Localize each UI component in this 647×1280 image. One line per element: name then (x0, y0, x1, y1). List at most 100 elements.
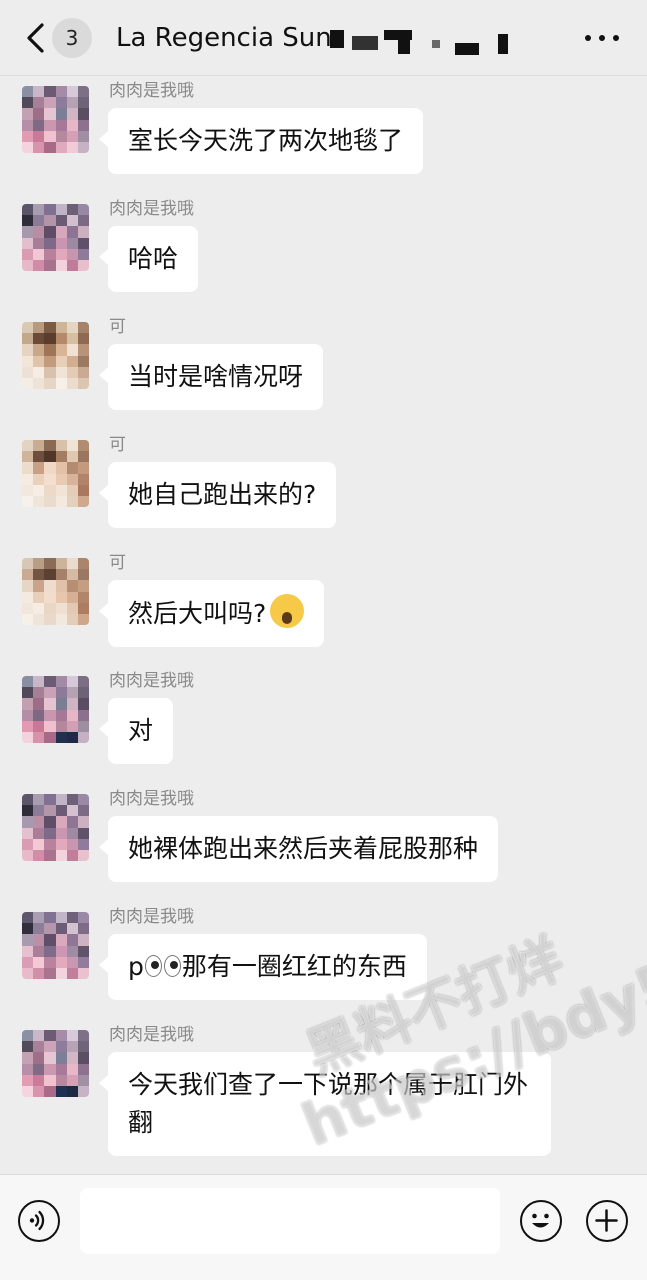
avatar-pixel (55, 580, 67, 592)
avatar-pixel (55, 849, 67, 861)
avatar-pixel (22, 580, 34, 592)
avatar-pixel (55, 495, 67, 507)
avatar-pixel (22, 462, 34, 474)
avatar-pixel (77, 462, 89, 474)
message-bubble[interactable]: 室长今天洗了两次地毯了 (98, 108, 424, 174)
avatar-pixel (77, 602, 89, 614)
avatar-pixel (44, 720, 56, 732)
avatar-pixel (66, 473, 78, 485)
avatar-pixel (55, 1030, 67, 1042)
avatar-pixel (77, 440, 89, 452)
emoji-icon[interactable] (520, 1200, 562, 1242)
avatar-pixel (22, 569, 34, 581)
input-bar (0, 1174, 647, 1280)
avatar-pixel (66, 141, 78, 153)
avatar-pixel (33, 248, 45, 260)
avatar[interactable] (22, 322, 89, 389)
avatar[interactable] (22, 440, 89, 507)
avatar-pixel (77, 377, 89, 389)
avatar-pixel (33, 237, 45, 249)
avatar-pixel (44, 141, 56, 153)
avatar-pixel (66, 462, 78, 474)
more-dots-icon[interactable] (582, 26, 622, 50)
avatar-pixel (22, 967, 34, 979)
avatar-pixel (66, 366, 78, 378)
avatar-pixel (44, 956, 56, 968)
avatar[interactable] (22, 86, 89, 153)
avatar-pixel (66, 934, 78, 946)
avatar-pixel (33, 709, 45, 721)
avatar-pixel (77, 130, 89, 142)
avatar-pixel (77, 569, 89, 581)
avatar-pixel (33, 484, 45, 496)
avatar-pixel (77, 248, 89, 260)
avatar-pixel (77, 259, 89, 271)
message-bubble[interactable]: 然后大叫吗? (98, 580, 325, 647)
message-text-after: 那有一圈红红的东西 (181, 952, 407, 981)
voice-icon[interactable] (18, 1200, 60, 1242)
avatar-pixel (44, 355, 56, 367)
avatar-pixel (33, 698, 45, 710)
avatar-pixel (44, 215, 56, 227)
message-bubble[interactable]: 她自己跑出来的? (98, 462, 337, 528)
back-chevron-icon[interactable] (24, 22, 46, 54)
avatar-pixel (77, 1030, 89, 1042)
avatar-pixel (44, 119, 56, 131)
sender-name: 肉肉是我哦 (109, 1025, 194, 1045)
avatar-pixel (22, 709, 34, 721)
message-bubble[interactable]: 当时是啥情况呀 (98, 344, 324, 410)
avatar[interactable] (22, 794, 89, 861)
avatar-pixel (22, 204, 34, 216)
message-bubble[interactable]: p 那有一圈红红的东西 (99, 934, 427, 1000)
avatar-pixel (66, 580, 78, 592)
sender-name: 可 (109, 435, 126, 455)
plus-icon[interactable] (586, 1200, 628, 1242)
avatar-pixel (55, 698, 67, 710)
title-censor-block (432, 40, 440, 48)
avatar-pixel (33, 967, 45, 979)
avatar[interactable] (22, 558, 89, 625)
avatar-pixel (66, 484, 78, 496)
avatar-pixel (55, 912, 67, 924)
avatar-pixel (77, 956, 89, 968)
avatar-pixel (33, 1063, 45, 1075)
avatar[interactable] (22, 912, 89, 979)
avatar-pixel (55, 86, 67, 98)
avatar-pixel (33, 816, 45, 828)
avatar-pixel (66, 1074, 78, 1086)
avatar-pixel (77, 558, 89, 570)
avatar-pixel (55, 141, 67, 153)
avatar-pixel (66, 967, 78, 979)
message-bubble[interactable]: 哈哈 (98, 226, 199, 292)
avatar-pixel (55, 923, 67, 935)
avatar-pixel (77, 333, 89, 345)
avatar[interactable] (22, 1030, 89, 1097)
avatar-pixel (77, 827, 89, 839)
avatar-pixel (44, 1030, 56, 1042)
avatar-pixel (66, 1085, 78, 1097)
avatar-pixel (77, 1063, 89, 1075)
avatar-pixel (66, 720, 78, 732)
avatar-pixel (33, 226, 45, 238)
avatar[interactable] (22, 204, 89, 271)
avatar-pixel (22, 344, 34, 356)
avatar-pixel (44, 440, 56, 452)
message-bubble[interactable]: 今天我们查了一下说那个属于肛门外翻 (99, 1052, 551, 1156)
avatar-pixel (55, 97, 67, 109)
unread-count-badge[interactable]: 3 (52, 18, 92, 58)
avatar[interactable] (22, 676, 89, 743)
avatar-pixel (33, 731, 45, 743)
message-bubble[interactable]: 对 (98, 698, 174, 764)
message-bubble[interactable]: 她裸体跑出来然后夹着屁股那种 (98, 816, 499, 882)
avatar-pixel (44, 1063, 56, 1075)
avatar-pixel (77, 141, 89, 153)
avatar-pixel (66, 86, 78, 98)
avatar-pixel (55, 366, 67, 378)
avatar-pixel (77, 237, 89, 249)
avatar-pixel (77, 613, 89, 625)
title-censor-block (498, 34, 508, 54)
avatar-pixel (22, 259, 34, 271)
message-list[interactable]: 肉肉是我哦 室长今天洗了两次地毯了 肉肉是我哦 哈哈 可 当时是啥情况呀 可 她… (0, 76, 647, 1174)
message-input[interactable] (80, 1188, 500, 1254)
avatar-pixel (22, 687, 34, 699)
